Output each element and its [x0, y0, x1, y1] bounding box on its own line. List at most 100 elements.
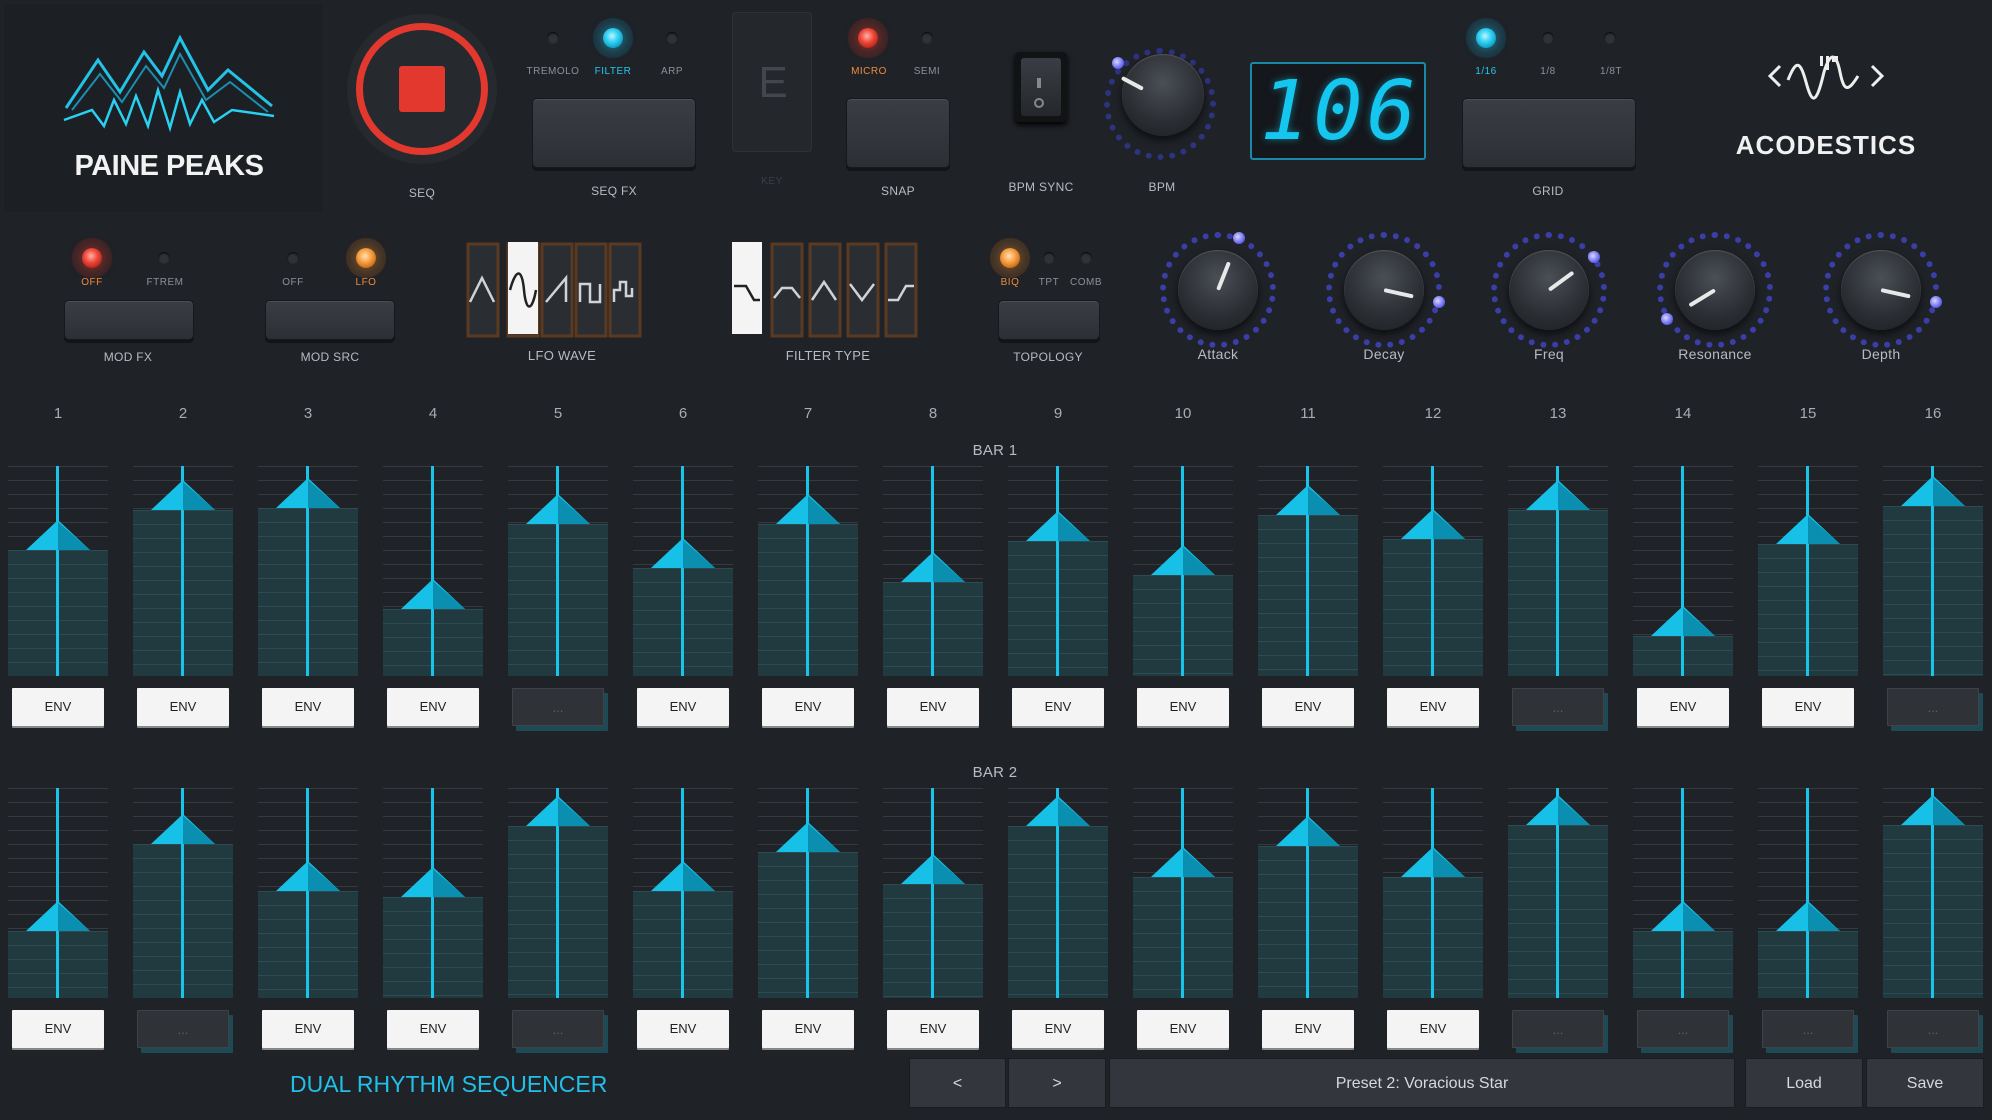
- step-handle-icon[interactable]: [1151, 847, 1215, 877]
- env-toggle-button[interactable]: ...: [1512, 688, 1604, 726]
- bar-1-step-11[interactable]: ENV: [1258, 466, 1358, 732]
- env-toggle-button[interactable]: ENV: [262, 1010, 354, 1048]
- bar-1-step-3[interactable]: ENV: [258, 466, 358, 732]
- bar-2-step-12[interactable]: ENV: [1383, 788, 1483, 1054]
- step-handle-icon[interactable]: [651, 538, 715, 568]
- bar-1-step-10[interactable]: ENV: [1133, 466, 1233, 732]
- next-preset-button[interactable]: >: [1008, 1058, 1106, 1108]
- bar-2-step-4[interactable]: ENV: [383, 788, 483, 1054]
- step-handle-icon[interactable]: [776, 494, 840, 524]
- env-toggle-button[interactable]: ...: [1762, 1010, 1854, 1048]
- bar-1-step-6[interactable]: ENV: [633, 466, 733, 732]
- bar-1-step-2[interactable]: ENV: [133, 466, 233, 732]
- env-toggle-button[interactable]: ENV: [887, 1010, 979, 1048]
- step-handle-icon[interactable]: [1401, 509, 1465, 539]
- env-toggle-button[interactable]: ENV: [762, 688, 854, 726]
- step-handle-icon[interactable]: [1651, 606, 1715, 636]
- bpm-sync-toggle[interactable]: [1015, 52, 1067, 122]
- env-toggle-button[interactable]: ENV: [1012, 1010, 1104, 1048]
- step-handle-icon[interactable]: [1401, 847, 1465, 877]
- env-toggle-button[interactable]: ENV: [1387, 688, 1479, 726]
- env-toggle-button[interactable]: ENV: [1012, 688, 1104, 726]
- env-toggle-button[interactable]: ...: [1512, 1010, 1604, 1048]
- bar-1-step-7[interactable]: ENV: [758, 466, 858, 732]
- step-handle-icon[interactable]: [901, 854, 965, 884]
- step-handle-icon[interactable]: [26, 901, 90, 931]
- seq-fx-pad[interactable]: [532, 98, 696, 168]
- env-toggle-button[interactable]: ENV: [887, 688, 979, 726]
- step-handle-icon[interactable]: [1526, 795, 1590, 825]
- bar-2-step-7[interactable]: ENV: [758, 788, 858, 1054]
- env-toggle-button[interactable]: ENV: [1137, 688, 1229, 726]
- step-handle-icon[interactable]: [151, 814, 215, 844]
- step-handle-icon[interactable]: [151, 480, 215, 510]
- env-toggle-button[interactable]: ENV: [12, 1010, 104, 1048]
- mod-src-pad[interactable]: [265, 300, 395, 340]
- bar-1-step-8[interactable]: ENV: [883, 466, 983, 732]
- filter-type-selector[interactable]: [730, 242, 940, 338]
- bpm-knob[interactable]: [1122, 54, 1204, 136]
- bar-1-step-9[interactable]: ENV: [1008, 466, 1108, 732]
- env-toggle-button[interactable]: ENV: [1137, 1010, 1229, 1048]
- bar-1-step-12[interactable]: ENV: [1383, 466, 1483, 732]
- env-toggle-button[interactable]: ENV: [1762, 688, 1854, 726]
- env-toggle-button[interactable]: ENV: [12, 688, 104, 726]
- bar-1-step-4[interactable]: ENV: [383, 466, 483, 732]
- step-handle-icon[interactable]: [26, 520, 90, 550]
- step-handle-icon[interactable]: [1276, 485, 1340, 515]
- env-toggle-button[interactable]: ENV: [1262, 1010, 1354, 1048]
- env-toggle-button[interactable]: ENV: [637, 688, 729, 726]
- step-handle-icon[interactable]: [276, 861, 340, 891]
- env-toggle-button[interactable]: ...: [1887, 688, 1979, 726]
- env-toggle-button[interactable]: ...: [1637, 1010, 1729, 1048]
- bar-1-step-14[interactable]: ENV: [1633, 466, 1733, 732]
- preset-name-field[interactable]: Preset 2: Voracious Star: [1109, 1058, 1735, 1108]
- bar-2-step-9[interactable]: ENV: [1008, 788, 1108, 1054]
- step-handle-icon[interactable]: [526, 796, 590, 826]
- bar-1-step-16[interactable]: ...: [1883, 466, 1983, 732]
- topology-pad[interactable]: [998, 300, 1100, 340]
- env-toggle-button[interactable]: ENV: [1387, 1010, 1479, 1048]
- env-toggle-button[interactable]: ENV: [387, 1010, 479, 1048]
- env-toggle-button[interactable]: ENV: [137, 688, 229, 726]
- bar-2-step-16[interactable]: ...: [1883, 788, 1983, 1054]
- step-handle-icon[interactable]: [401, 579, 465, 609]
- step-handle-icon[interactable]: [1776, 901, 1840, 931]
- step-handle-icon[interactable]: [1651, 901, 1715, 931]
- bar-2-step-5[interactable]: ...: [508, 788, 608, 1054]
- step-handle-icon[interactable]: [1026, 796, 1090, 826]
- env-toggle-button[interactable]: ENV: [1637, 688, 1729, 726]
- bar-2-step-13[interactable]: ...: [1508, 788, 1608, 1054]
- env-toggle-button[interactable]: ...: [1887, 1010, 1979, 1048]
- step-handle-icon[interactable]: [651, 861, 715, 891]
- bar-2-step-1[interactable]: ENV: [8, 788, 108, 1054]
- step-handle-icon[interactable]: [1026, 511, 1090, 541]
- env-toggle-button[interactable]: ENV: [637, 1010, 729, 1048]
- bar-1-step-13[interactable]: ...: [1508, 466, 1608, 732]
- prev-preset-button[interactable]: <: [909, 1058, 1006, 1108]
- env-toggle-button[interactable]: ENV: [262, 688, 354, 726]
- bar-2-step-8[interactable]: ENV: [883, 788, 983, 1054]
- snap-pad[interactable]: [846, 98, 950, 168]
- bar-2-step-2[interactable]: ...: [133, 788, 233, 1054]
- save-button[interactable]: Save: [1866, 1058, 1984, 1108]
- bar-2-step-6[interactable]: ENV: [633, 788, 733, 1054]
- env-toggle-button[interactable]: ENV: [1262, 688, 1354, 726]
- bar-1-step-1[interactable]: ENV: [8, 466, 108, 732]
- bar-1-step-5[interactable]: ...: [508, 466, 608, 732]
- env-toggle-button[interactable]: ENV: [762, 1010, 854, 1048]
- bar-2-step-15[interactable]: ...: [1758, 788, 1858, 1054]
- step-handle-icon[interactable]: [1276, 816, 1340, 846]
- bar-1-step-15[interactable]: ENV: [1758, 466, 1858, 732]
- grid-pad[interactable]: [1462, 98, 1636, 168]
- bar-2-step-14[interactable]: ...: [1633, 788, 1733, 1054]
- step-handle-icon[interactable]: [901, 552, 965, 582]
- step-handle-icon[interactable]: [401, 867, 465, 897]
- env-toggle-button[interactable]: ENV: [387, 688, 479, 726]
- bar-2-step-3[interactable]: ENV: [258, 788, 358, 1054]
- seq-record-button[interactable]: [347, 14, 497, 164]
- step-handle-icon[interactable]: [1901, 795, 1965, 825]
- key-selector[interactable]: E: [732, 12, 812, 152]
- bar-2-step-11[interactable]: ENV: [1258, 788, 1358, 1054]
- env-toggle-button[interactable]: ...: [512, 1010, 604, 1048]
